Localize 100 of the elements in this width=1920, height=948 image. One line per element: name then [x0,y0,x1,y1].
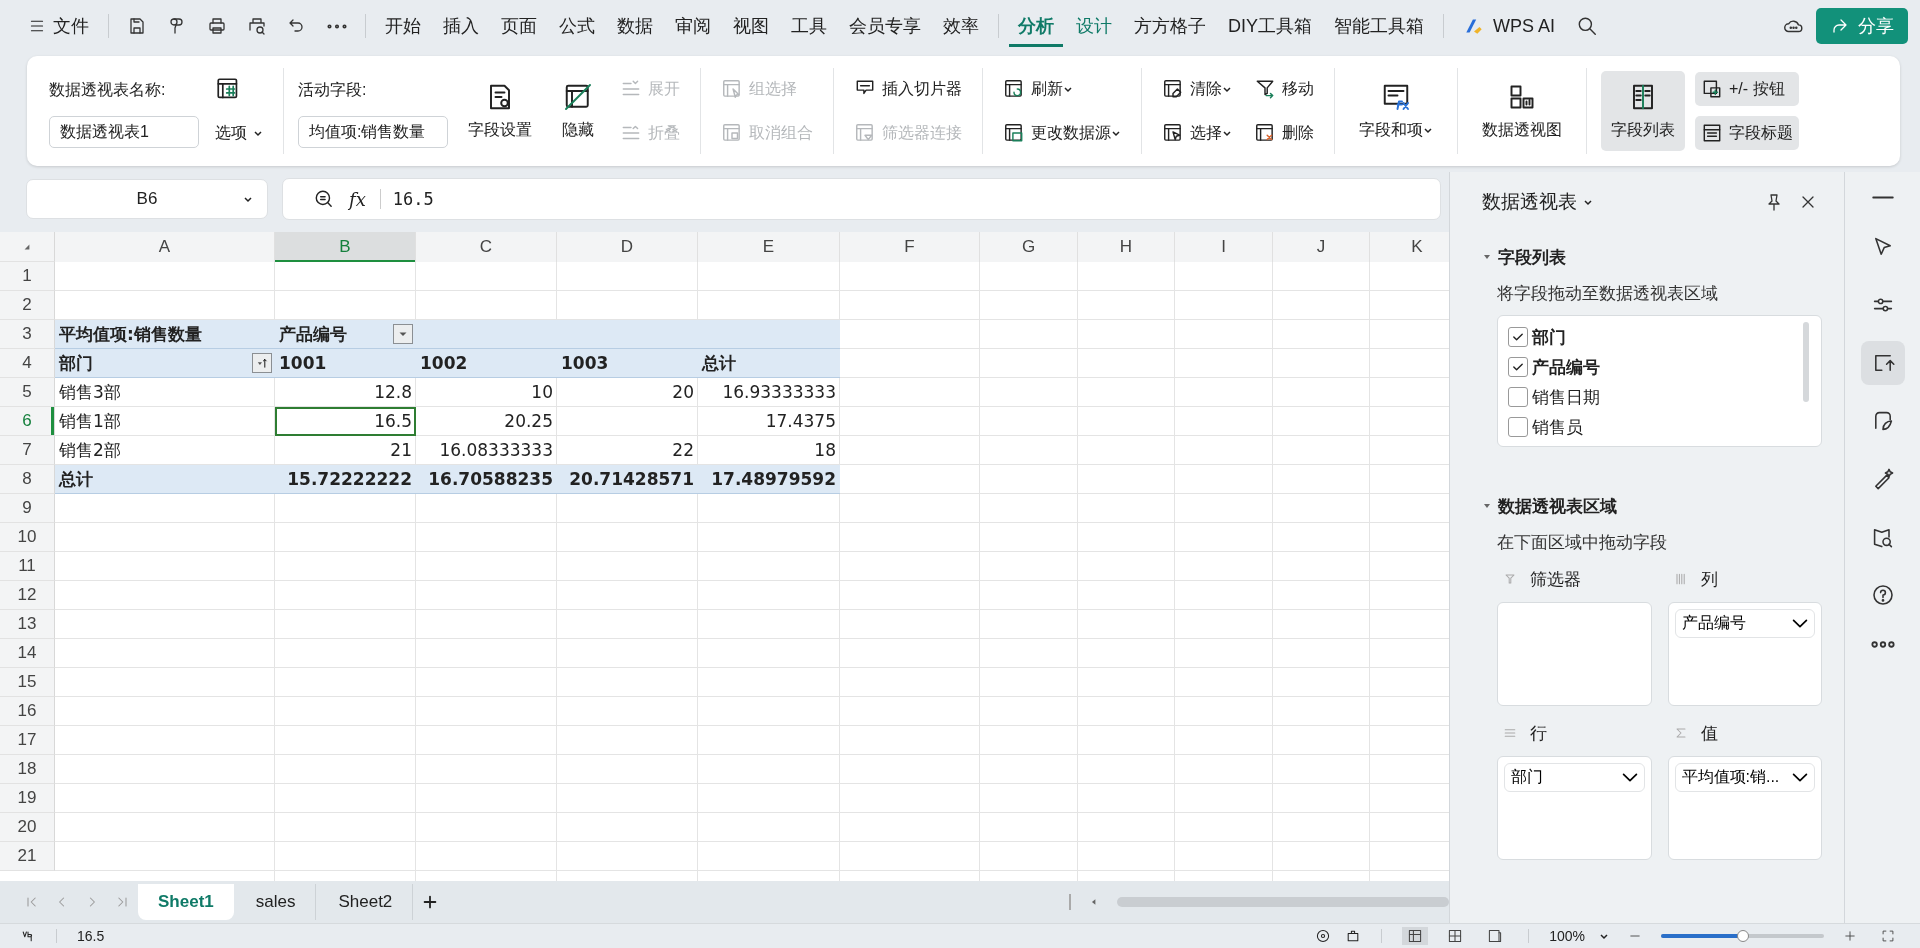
ribbon-button[interactable]: 隐藏 [552,71,604,151]
row-header[interactable]: 11 [0,552,55,581]
row-header[interactable]: 16 [0,697,55,726]
horizontal-scrollbar[interactable] [1117,897,1449,907]
file-menu[interactable]: 文件 [20,8,98,44]
column-header[interactable]: G [980,232,1078,262]
field-pill[interactable]: 产品编号 [1674,609,1815,638]
row-header[interactable]: 12 [0,581,55,610]
ai-button[interactable]: WPS AI [1454,9,1565,43]
sort-filter-button[interactable] [252,353,272,373]
ribbon-button[interactable]: 移动 [1248,72,1320,106]
section-title: 数据透视表区域 [1498,495,1617,518]
row-header[interactable]: 15 [0,668,55,697]
drop-area[interactable]: 产品编号 [1667,602,1822,706]
checkbox[interactable] [1508,357,1528,377]
ribbon-button[interactable]: 删除 [1248,116,1320,150]
sheet-tab[interactable]: sales [235,884,317,920]
field-name[interactable]: 销售日期 [1532,385,1600,409]
name-box[interactable]: B6 [26,179,268,219]
checkbox[interactable] [1508,387,1528,407]
ribbon-button[interactable]: 更改数据源 [997,116,1127,150]
ribbon-button[interactable]: 字段标题 [1695,116,1799,150]
ribbon-button[interactable]: 字段列表 [1601,71,1685,151]
drop-area[interactable]: 部门 [1497,756,1652,860]
panel-title[interactable]: 数据透视表 [1482,189,1577,215]
sheet-tab[interactable]: Sheet1 [138,884,234,920]
row-header[interactable]: 14 [0,639,55,668]
function-button[interactable]: fx [349,188,366,210]
ribbon-tab[interactable]: 工具 [782,5,836,47]
row-header[interactable]: 19 [0,784,55,813]
field-pill[interactable]: 部门 [1504,763,1645,792]
ribbon-button[interactable]: +/- 按钮 [1695,72,1799,106]
share-button[interactable]: 分享 [1816,8,1908,44]
pivot-button[interactable] [1860,341,1905,385]
row-header[interactable]: 21 [0,842,55,871]
field-label: 活动字段: [298,79,368,100]
view-button[interactable] [1402,927,1429,945]
row-header[interactable]: 6 [0,407,55,436]
ribbon-tab[interactable]: 视图 [724,5,778,47]
column-header[interactable]: I [1175,232,1273,262]
field-name[interactable]: 部门 [1532,325,1566,349]
checkbox[interactable] [1508,417,1528,437]
row-header[interactable]: 7 [0,436,55,465]
row-header[interactable]: 5 [0,378,55,407]
filter-dropdown-button[interactable] [393,324,413,344]
field-name[interactable]: 销售员 [1532,415,1583,439]
ribbon-tab[interactable]: 页面 [492,5,546,47]
row-header[interactable]: 4 [0,349,55,378]
ribbon-tab[interactable]: 插入 [434,5,488,47]
row-header[interactable]: 1 [0,262,55,291]
row-header[interactable]: 20 [0,813,55,842]
chevron-down-icon [253,128,263,138]
checkbox[interactable] [1508,327,1528,347]
ribbon-button[interactable]: 清除 [1156,72,1238,106]
ribbon-button[interactable]: 插入切片器 [848,72,968,106]
row-header[interactable]: 18 [0,755,55,784]
input-field[interactable]: 数据透视表1 [49,116,199,148]
row-header[interactable]: 2 [0,291,55,320]
ribbon-button[interactable]: 数据透视图 [1472,71,1572,151]
ribbon-tab[interactable]: 开始 [376,5,430,47]
zoom-level[interactable]: 100% [1549,928,1585,944]
sheet-tab[interactable]: Sheet2 [318,884,414,920]
ribbon-tab[interactable]: 方方格子 [1125,5,1215,47]
column-header[interactable]: B [275,232,416,262]
row-header[interactable]: 9 [0,494,55,523]
ribbon-tab[interactable]: 分析 [1009,5,1063,47]
field-pill[interactable]: 平均值项:销... [1674,763,1815,792]
column-header[interactable]: E [698,232,840,262]
row-header[interactable]: 10 [0,523,55,552]
ribbon-button[interactable]: 字段和项 [1349,71,1443,151]
column-header[interactable]: J [1273,232,1370,262]
ribbon-tab[interactable]: DIY工具箱 [1219,5,1321,47]
ribbon-button[interactable]: 字段设置 [458,71,542,151]
row-header[interactable]: 8 [0,465,55,494]
ribbon-tab[interactable]: 审阅 [666,5,720,47]
zoom-thumb[interactable] [1736,930,1749,942]
ribbon-tab[interactable]: 数据 [608,5,662,47]
ribbon-button[interactable]: 选择 [1156,116,1238,150]
ribbon-tab[interactable]: 设计 [1067,5,1121,47]
table-cell: 总计 [55,465,275,494]
ribbon-tab[interactable]: 会员专享 [840,5,930,47]
column-header[interactable]: C [416,232,557,262]
ribbon-tab[interactable]: 智能工具箱 [1325,5,1433,47]
formula-bar[interactable]: fx 16.5 [282,178,1441,220]
options-button[interactable]: 选项 [209,116,269,150]
ribbon-tab[interactable]: 公式 [550,5,604,47]
table-cell: 1002 [416,349,557,378]
column-header[interactable]: F [840,232,980,262]
row-header[interactable]: 3 [0,320,55,349]
input-field[interactable]: 均值项:销售数量 [298,116,448,148]
ribbon-tab[interactable]: 效率 [934,5,988,47]
field-name[interactable]: 产品编号 [1532,355,1600,379]
drop-area[interactable]: 平均值项:销... [1667,756,1822,860]
row-header[interactable]: 13 [0,610,55,639]
column-header[interactable]: D [557,232,698,262]
table-cell-text: 16.93333333 [721,381,837,404]
vertical-scrollbar[interactable] [1803,322,1809,402]
row-header[interactable]: 17 [0,726,55,755]
ribbon-button[interactable]: 刷新 [997,72,1127,106]
column-header[interactable]: H [1078,232,1175,262]
